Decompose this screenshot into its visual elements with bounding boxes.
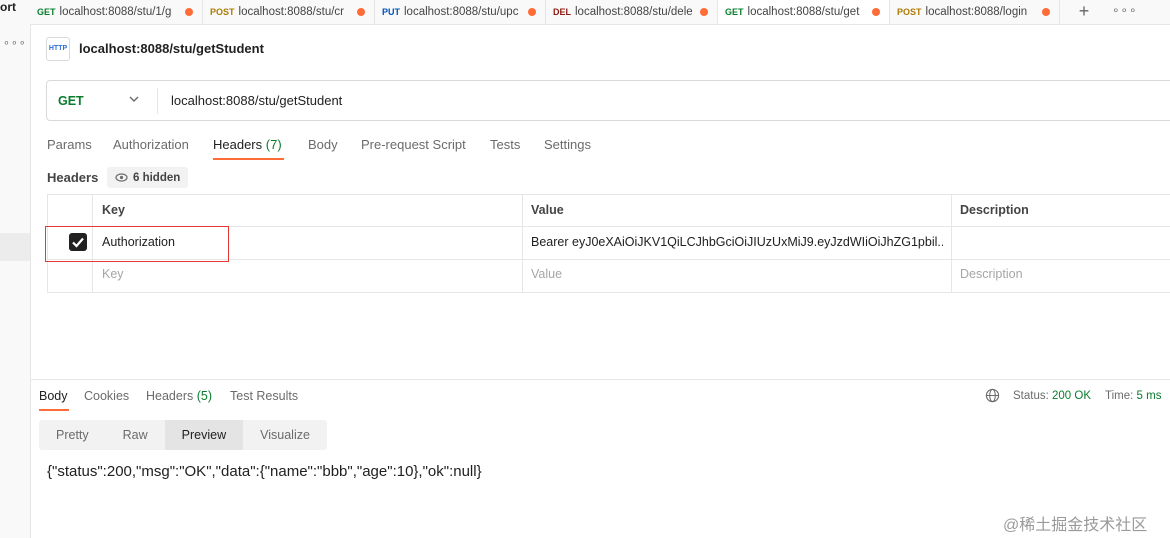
request-title[interactable]: localhost:8088/stu/getStudent	[79, 41, 264, 56]
time-label: Time:	[1105, 390, 1134, 402]
tab-url: localhost:8088/login	[925, 6, 1028, 18]
tab-method: GET	[37, 7, 56, 17]
header-value-cell[interactable]: Bearer eyJ0eXAiOiJKV1QiLCJhbGciOiJIUzUxM…	[531, 235, 943, 249]
tab-url: localhost:8088/stu/1/g	[59, 6, 172, 18]
unsaved-dot-icon	[528, 8, 536, 16]
new-key-input[interactable]: Key	[102, 267, 124, 281]
hidden-headers-toggle[interactable]: 6 hidden	[107, 167, 189, 188]
time-value: 5 ms	[1136, 390, 1162, 402]
tab-tests[interactable]: Tests	[490, 137, 520, 152]
http-request-icon: HTTP	[46, 37, 70, 61]
tab-headers[interactable]: Headers (7)	[213, 137, 282, 152]
method-select[interactable]: GET	[58, 94, 84, 108]
tab-params[interactable]: Params	[47, 137, 92, 152]
tab-headers-label: Headers	[213, 137, 263, 152]
response-tab-headers[interactable]: Headers (5)	[146, 389, 212, 403]
unsaved-dot-icon	[872, 8, 880, 16]
unsaved-dot-icon	[700, 8, 708, 16]
url-input[interactable]: localhost:8088/stu/getStudent	[171, 93, 342, 108]
tab-body[interactable]: Body	[308, 137, 338, 152]
tab-url: localhost:8088/stu/cr	[238, 6, 344, 18]
tab-url: localhost:8088/stu/dele	[575, 6, 693, 18]
tab-method: PUT	[382, 7, 400, 17]
hidden-headers-count: 6 hidden	[133, 171, 181, 184]
view-pretty-button[interactable]: Pretty	[39, 420, 106, 450]
request-tab[interactable]: POST localhost:8088/stu/cr	[203, 0, 375, 24]
column-header-description: Description	[960, 203, 1029, 217]
response-time[interactable]: Time: 5 ms	[1105, 390, 1161, 402]
eye-icon	[115, 173, 128, 182]
unsaved-dot-icon	[1042, 8, 1050, 16]
active-tab-underline	[213, 158, 284, 160]
response-active-tab-underline	[39, 409, 69, 411]
response-body-preview: {"status":200,"msg":"OK","data":{"name":…	[47, 463, 482, 480]
sidebar-selected-item[interactable]	[0, 233, 30, 261]
tab-url: localhost:8088/stu/upc	[404, 6, 519, 18]
response-view-switcher: Pretty Raw Preview Visualize	[39, 420, 327, 450]
new-description-input[interactable]: Description	[960, 267, 1023, 281]
tab-method: DEL	[553, 7, 571, 17]
table-divider	[522, 194, 523, 293]
new-tab-plus-icon[interactable]: +	[1076, 0, 1092, 24]
tab-headers-count: (7)	[265, 137, 282, 152]
status-label: Status:	[1013, 390, 1049, 402]
tab-settings[interactable]: Settings	[544, 137, 591, 152]
column-header-key: Key	[102, 203, 125, 217]
request-tab[interactable]: GET localhost:8088/stu/1/g	[30, 0, 203, 24]
status-value: 200 OK	[1052, 390, 1092, 402]
highlight-annotation-box	[45, 226, 229, 262]
view-preview-button[interactable]: Preview	[164, 420, 244, 450]
more-dots-icon[interactable]: ∘∘∘	[3, 36, 27, 49]
response-tab-body[interactable]: Body	[39, 389, 68, 403]
request-tab-bar: GET localhost:8088/stu/1/g POST localhos…	[30, 0, 1170, 25]
tab-authorization[interactable]: Authorization	[113, 137, 189, 152]
tab-pre-request-script[interactable]: Pre-request Script	[361, 137, 466, 152]
tab-url: localhost:8088/stu/get	[747, 6, 860, 18]
view-raw-button[interactable]: Raw	[106, 420, 165, 450]
column-header-value: Value	[531, 203, 564, 217]
response-divider	[30, 379, 1170, 380]
response-tab-test-results[interactable]: Test Results	[230, 389, 298, 403]
request-tab[interactable]: DEL localhost:8088/stu/dele	[546, 0, 718, 24]
new-value-input[interactable]: Value	[531, 267, 562, 281]
tab-method: POST	[897, 7, 922, 17]
response-headers-label: Headers	[146, 389, 194, 403]
tab-options-dots-icon[interactable]: ∘∘∘	[1112, 0, 1138, 20]
response-status[interactable]: Status: 200 OK	[1013, 390, 1091, 402]
chevron-down-icon[interactable]	[128, 93, 140, 105]
url-divider	[157, 88, 158, 114]
headers-section-label: Headers	[47, 170, 99, 185]
tab-method: GET	[725, 7, 744, 17]
unsaved-dot-icon	[185, 8, 193, 16]
table-divider	[951, 194, 952, 293]
response-headers-count: (5)	[196, 389, 213, 403]
request-tab-active[interactable]: GET localhost:8088/stu/get	[718, 0, 890, 24]
tab-method: POST	[210, 7, 235, 17]
response-tab-cookies[interactable]: Cookies	[84, 389, 129, 403]
view-visualize-button[interactable]: Visualize	[243, 420, 327, 450]
globe-icon[interactable]	[985, 388, 1000, 403]
unsaved-dot-icon	[357, 8, 365, 16]
sidebar-partial-label: ort	[0, 0, 16, 14]
watermark: @稀土掘金技术社区	[1003, 517, 1148, 534]
left-sidebar: ort ∘∘∘	[0, 0, 31, 538]
request-tab[interactable]: PUT localhost:8088/stu/upc	[375, 0, 546, 24]
request-tab[interactable]: POST localhost:8088/login	[890, 0, 1060, 24]
